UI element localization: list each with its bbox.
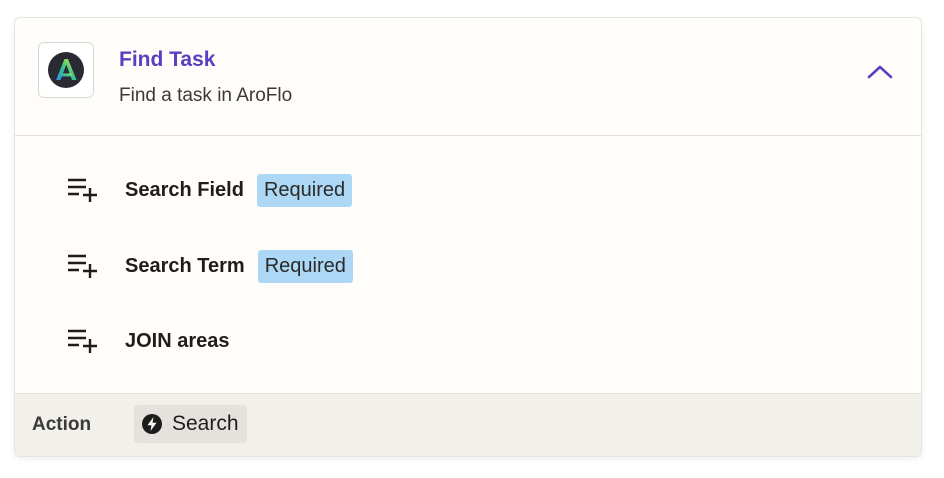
add-field-icon — [67, 325, 99, 357]
step-header[interactable]: Find Task Find a task in AroFlo — [15, 18, 921, 136]
field-row-join-areas[interactable]: JOIN areas — [67, 321, 230, 361]
add-field-icon — [67, 250, 99, 282]
chevron-up-icon — [867, 65, 893, 79]
field-row-search-term[interactable]: Search Term Required — [67, 246, 353, 286]
app-logo — [38, 42, 94, 98]
required-badge: Required — [256, 173, 353, 207]
field-label: JOIN areas — [125, 329, 230, 352]
bolt-icon — [141, 413, 163, 435]
field-label: Search Term — [125, 254, 245, 277]
step-title: Find Task — [119, 48, 216, 71]
collapse-button[interactable] — [865, 60, 895, 84]
field-row-search-field[interactable]: Search Field Required — [67, 170, 353, 210]
action-chip-label: Search — [172, 412, 239, 435]
step-card: Find Task Find a task in AroFlo Search F… — [14, 17, 922, 457]
required-badge: Required — [257, 249, 353, 283]
step-footer: Action Search — [15, 393, 921, 456]
aroflo-logo-icon — [48, 52, 84, 88]
action-type-chip[interactable]: Search — [134, 405, 247, 443]
field-label: Search Field — [125, 178, 244, 201]
footer-label: Action — [32, 414, 92, 435]
step-subtitle: Find a task in AroFlo — [119, 85, 293, 106]
add-field-icon — [67, 174, 99, 206]
